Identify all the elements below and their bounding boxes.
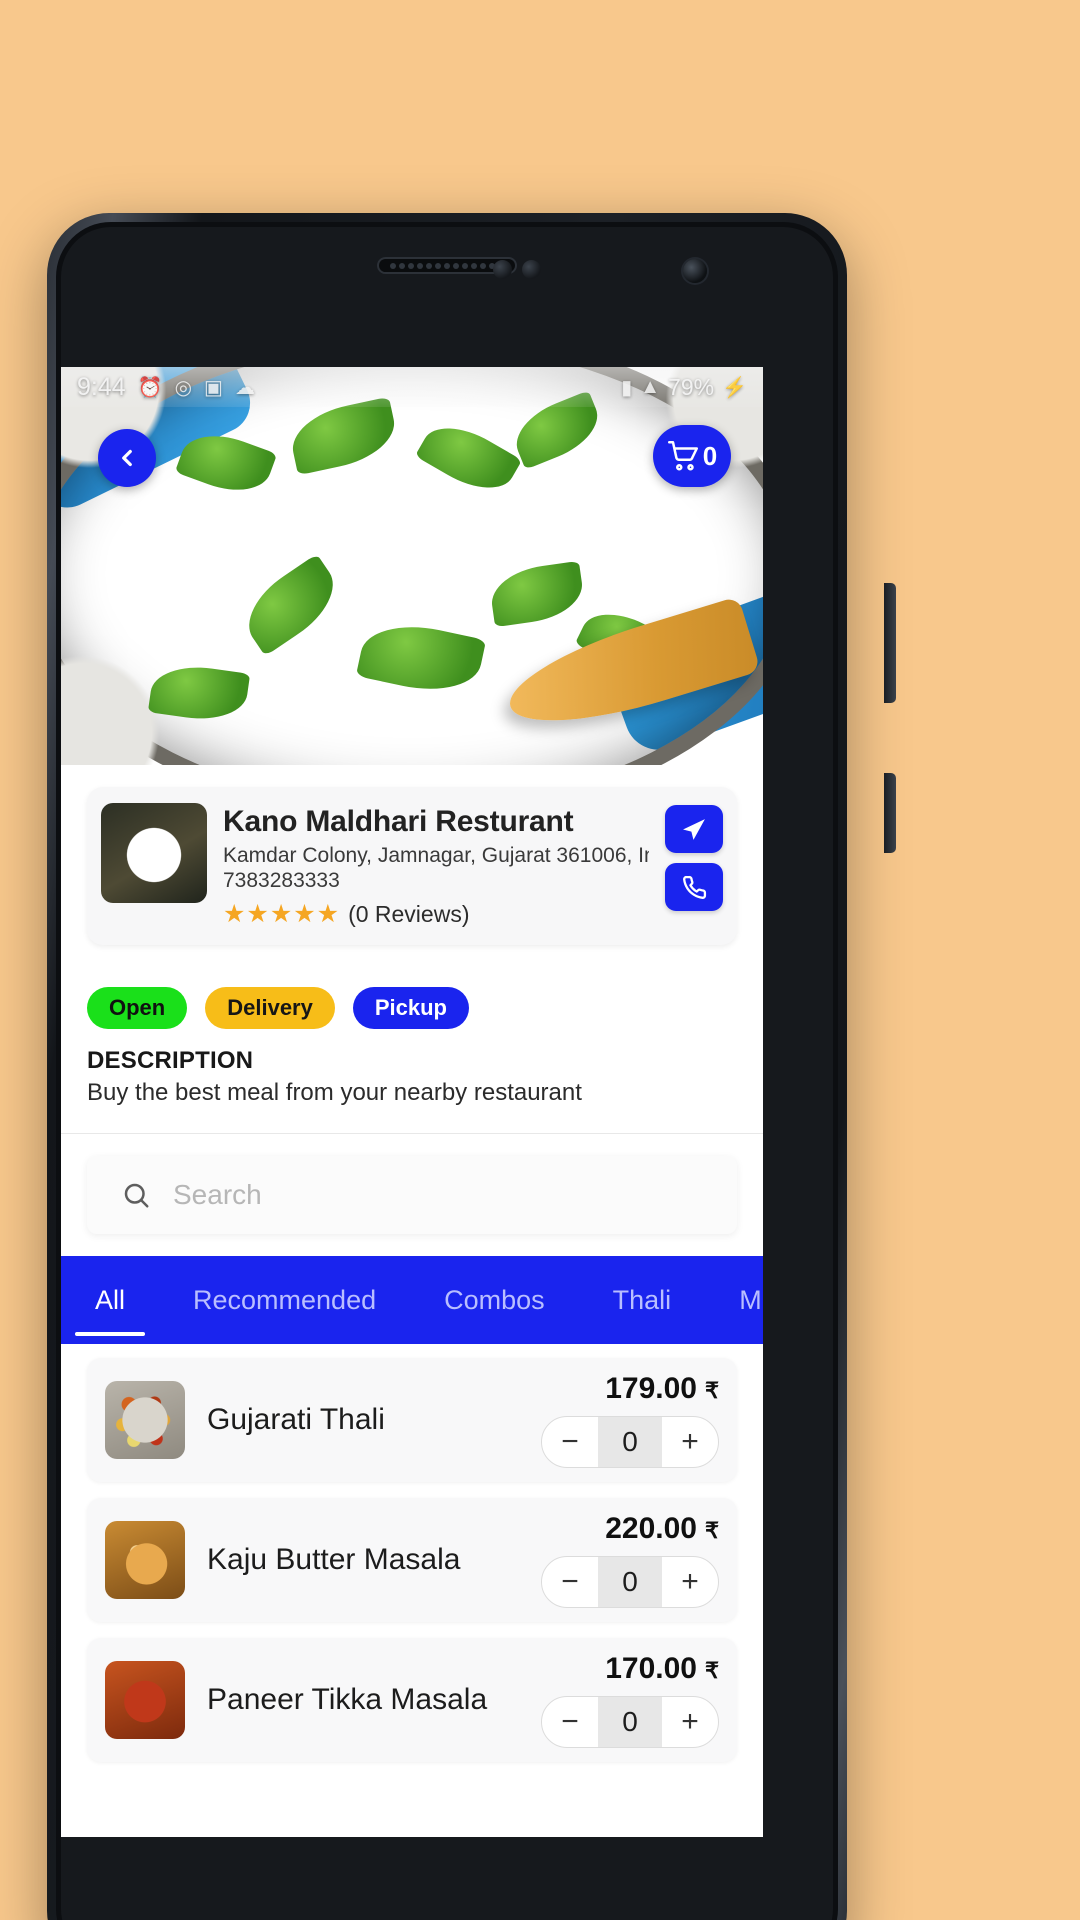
menu-item-price: 220.00 ₹ [605, 1512, 719, 1546]
camera-icon: ◎ [174, 376, 193, 399]
menu-item-row[interactable]: Gujarati Thali 179.00 ₹ − 0 + [87, 1358, 737, 1483]
phone-device-frame: 9:44 ⏰ ◎ ▣ ☁ ▮ ▲ 79% ⚡ 0 Kano Maldhari R… [47, 213, 896, 1920]
cloud-icon: ☁ [234, 376, 255, 399]
back-button[interactable] [98, 429, 156, 487]
restaurant-info-card[interactable]: Kano Maldhari Resturant Kamdar Colony, J… [87, 787, 737, 946]
search-bar[interactable]: Search [87, 1156, 737, 1235]
tab-thali[interactable]: Thali [579, 1256, 706, 1344]
cart-button[interactable]: 0 [653, 425, 731, 487]
menu-item-thumbnail [105, 1661, 185, 1740]
currency-symbol: ₹ [705, 1658, 719, 1684]
menu-item-row[interactable]: Paneer Tikka Masala 170.00 ₹ − 0 + [87, 1638, 737, 1763]
menu-item-thumbnail [105, 1381, 185, 1460]
restaurant-address: Kamdar Colony, Jamnagar, Gujarat 361006,… [223, 843, 649, 867]
restaurant-details: Kano Maldhari Resturant Kamdar Colony, J… [223, 803, 649, 929]
content-sheet: Kano Maldhari Resturant Kamdar Colony, J… [61, 765, 763, 1779]
sensor-icon-2 [522, 260, 541, 279]
tab-combos[interactable]: Combos [410, 1256, 579, 1344]
menu-item-controls: 170.00 ₹ − 0 + [541, 1652, 719, 1749]
restaurant-phone: 7383283333 [223, 868, 340, 892]
currency-symbol: ₹ [705, 1518, 719, 1544]
menu-item-list: Gujarati Thali 179.00 ₹ − 0 + Kaju Butte… [61, 1344, 763, 1763]
increment-button[interactable]: + [662, 1557, 718, 1607]
tab-all[interactable]: All [61, 1256, 159, 1344]
phone-icon [682, 875, 706, 899]
status-bar: 9:44 ⏰ ◎ ▣ ☁ ▮ ▲ 79% ⚡ [61, 367, 763, 407]
restaurant-actions [665, 803, 723, 911]
search-section: Search [61, 1134, 763, 1257]
menu-item-name: Gujarati Thali [207, 1403, 385, 1437]
device-inner: 9:44 ⏰ ◎ ▣ ☁ ▮ ▲ 79% ⚡ 0 Kano Maldhari R… [56, 222, 838, 1920]
status-badge-open: Open [87, 987, 188, 1030]
search-icon [121, 1180, 151, 1210]
sensor-icon [493, 260, 512, 279]
device-bezel: 9:44 ⏰ ◎ ▣ ☁ ▮ ▲ 79% ⚡ 0 Kano Maldhari R… [61, 227, 833, 1920]
status-bar-right: ▮ ▲ 79% ⚡ [621, 374, 747, 401]
quantity-stepper: − 0 + [541, 1556, 719, 1609]
menu-item-name: Kaju Butter Masala [207, 1543, 461, 1577]
alarm-icon: ⏰ [137, 376, 163, 399]
menu-item-name: Paneer Tikka Masala [207, 1683, 488, 1717]
wifi-icon: ▲ [640, 375, 661, 398]
price-value: 220.00 [605, 1512, 697, 1546]
instagram-icon: ▣ [204, 376, 223, 399]
description-title: DESCRIPTION [87, 1047, 254, 1075]
search-input[interactable]: Search [173, 1179, 262, 1211]
increment-button[interactable]: + [662, 1697, 718, 1747]
signal-icon: ▮ [621, 376, 633, 399]
restaurant-hero-image [61, 367, 763, 765]
decrement-button[interactable]: − [542, 1417, 598, 1467]
cart-count-badge: 0 [702, 441, 718, 471]
front-camera-icon [683, 259, 707, 283]
restaurant-rating: ★★★★★ (0 Reviews) [223, 899, 649, 929]
menu-item-row[interactable]: Kaju Butter Masala 220.00 ₹ − 0 + [87, 1498, 737, 1623]
category-tabs: All Recommended Combos Thali M [61, 1256, 763, 1345]
restaurant-name: Kano Maldhari Resturant [223, 805, 574, 838]
menu-item-price: 170.00 ₹ [605, 1652, 719, 1686]
phone-screen: 9:44 ⏰ ◎ ▣ ☁ ▮ ▲ 79% ⚡ 0 Kano Maldhari R… [61, 367, 763, 1837]
menu-item-price: 179.00 ₹ [605, 1372, 719, 1406]
shopping-cart-icon [667, 441, 698, 471]
status-badge-pickup: Pickup [352, 987, 469, 1030]
status-time: 9:44 [77, 372, 126, 401]
menu-item-controls: 179.00 ₹ − 0 + [541, 1372, 719, 1469]
increment-button[interactable]: + [662, 1417, 718, 1467]
chevron-left-icon [122, 449, 132, 467]
status-bar-left: 9:44 ⏰ ◎ ▣ ☁ [77, 373, 255, 402]
menu-item-thumbnail [105, 1521, 185, 1600]
quantity-stepper: − 0 + [541, 1696, 719, 1749]
currency-symbol: ₹ [705, 1378, 719, 1404]
status-badges: Open Delivery Pickup [61, 945, 763, 1030]
decrement-button[interactable]: − [542, 1697, 598, 1747]
star-rating-icon: ★★★★★ [223, 900, 341, 929]
status-badge-delivery: Delivery [205, 987, 335, 1030]
device-button-power[interactable] [884, 773, 896, 853]
quantity-value: 0 [598, 1557, 662, 1608]
decrement-button[interactable]: − [542, 1557, 598, 1607]
charging-bolt-icon: ⚡ [722, 376, 747, 399]
restaurant-thumbnail [101, 803, 207, 903]
quantity-stepper: − 0 + [541, 1416, 719, 1469]
quantity-value: 0 [598, 1417, 662, 1468]
menu-item-controls: 220.00 ₹ − 0 + [541, 1512, 719, 1609]
review-count: (0 Reviews) [348, 900, 470, 927]
price-value: 179.00 [605, 1372, 697, 1406]
tab-more[interactable]: M [705, 1256, 763, 1344]
device-button-volume[interactable] [884, 583, 896, 703]
price-value: 170.00 [605, 1652, 697, 1686]
call-button[interactable] [665, 863, 723, 911]
description-section: DESCRIPTION Buy the best meal from your … [61, 1029, 763, 1133]
tab-recommended[interactable]: Recommended [159, 1256, 410, 1344]
battery-percent: 79% [668, 373, 715, 400]
navigation-arrow-icon [682, 818, 705, 840]
quantity-value: 0 [598, 1697, 662, 1748]
description-text: Buy the best meal from your nearby resta… [87, 1079, 582, 1107]
directions-button[interactable] [665, 805, 723, 853]
